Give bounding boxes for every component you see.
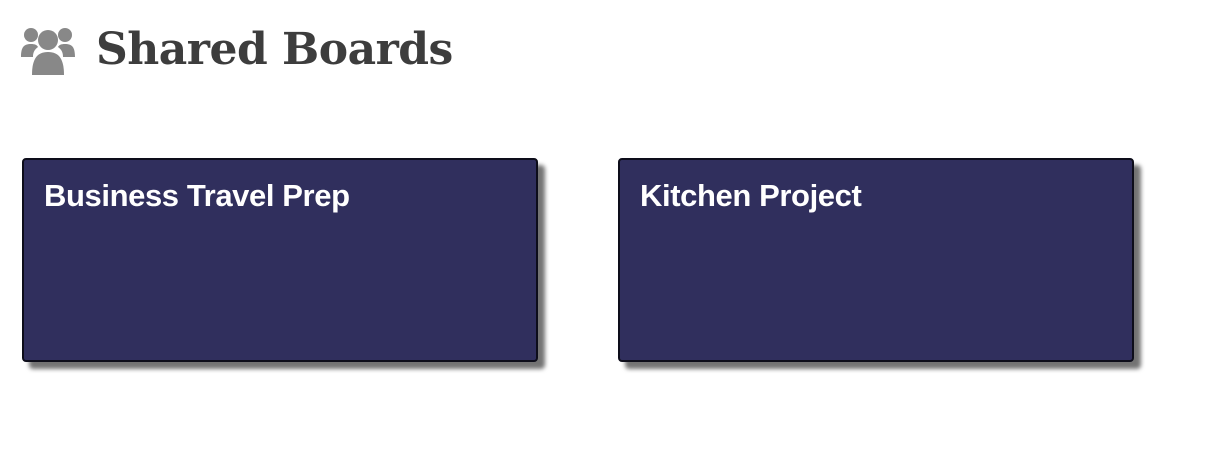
boards-grid: Business Travel Prep Kitchen Project: [22, 158, 1182, 418]
page-header: Shared Boards: [20, 22, 453, 78]
board-title: Business Travel Prep: [44, 178, 350, 213]
users-group-icon: [20, 23, 76, 77]
board-title: Kitchen Project: [640, 178, 862, 213]
page-title: Shared Boards: [96, 24, 453, 75]
board-card[interactable]: Business Travel Prep: [22, 158, 538, 362]
board-card[interactable]: Kitchen Project: [618, 158, 1134, 362]
